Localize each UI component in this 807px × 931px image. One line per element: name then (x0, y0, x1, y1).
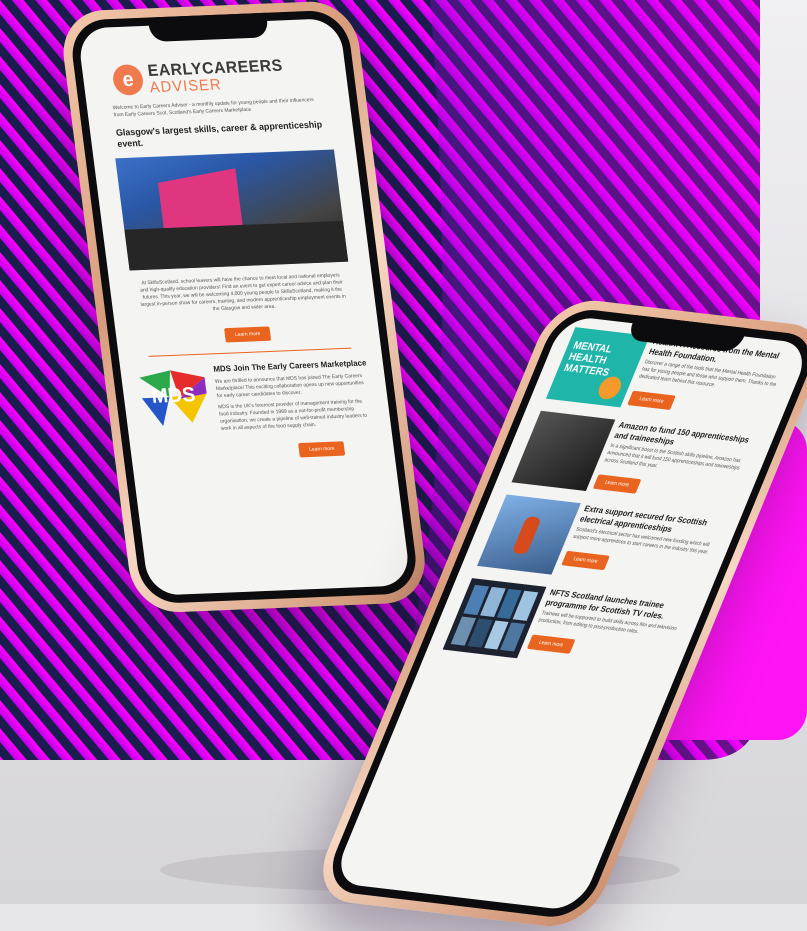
article-title: MDS Join The Early Careers Marketplace (212, 358, 367, 374)
phone-screen: e EARLYCAREERS ADVISER Welcome to Early … (76, 18, 412, 596)
hero-image (115, 149, 349, 271)
learn-more-button[interactable]: Learn more (627, 390, 676, 410)
learn-more-button[interactable]: Learn more (224, 326, 271, 343)
mds-article: MDS MDS Join The Early Careers Marketpla… (120, 358, 391, 437)
logo-e-icon: e (111, 64, 145, 96)
learn-more-button[interactable]: Learn more (561, 550, 610, 571)
learn-more-button[interactable]: Learn more (526, 634, 576, 654)
mds-logo: MDS (136, 365, 213, 429)
phone-notch (147, 12, 270, 43)
article-paragraph-1: We are thrilled to announce that MDS has… (214, 372, 365, 400)
learn-more-button-2[interactable]: Learn more (298, 441, 346, 458)
learn-more-button[interactable]: Learn more (592, 474, 642, 494)
section-divider (148, 347, 352, 357)
